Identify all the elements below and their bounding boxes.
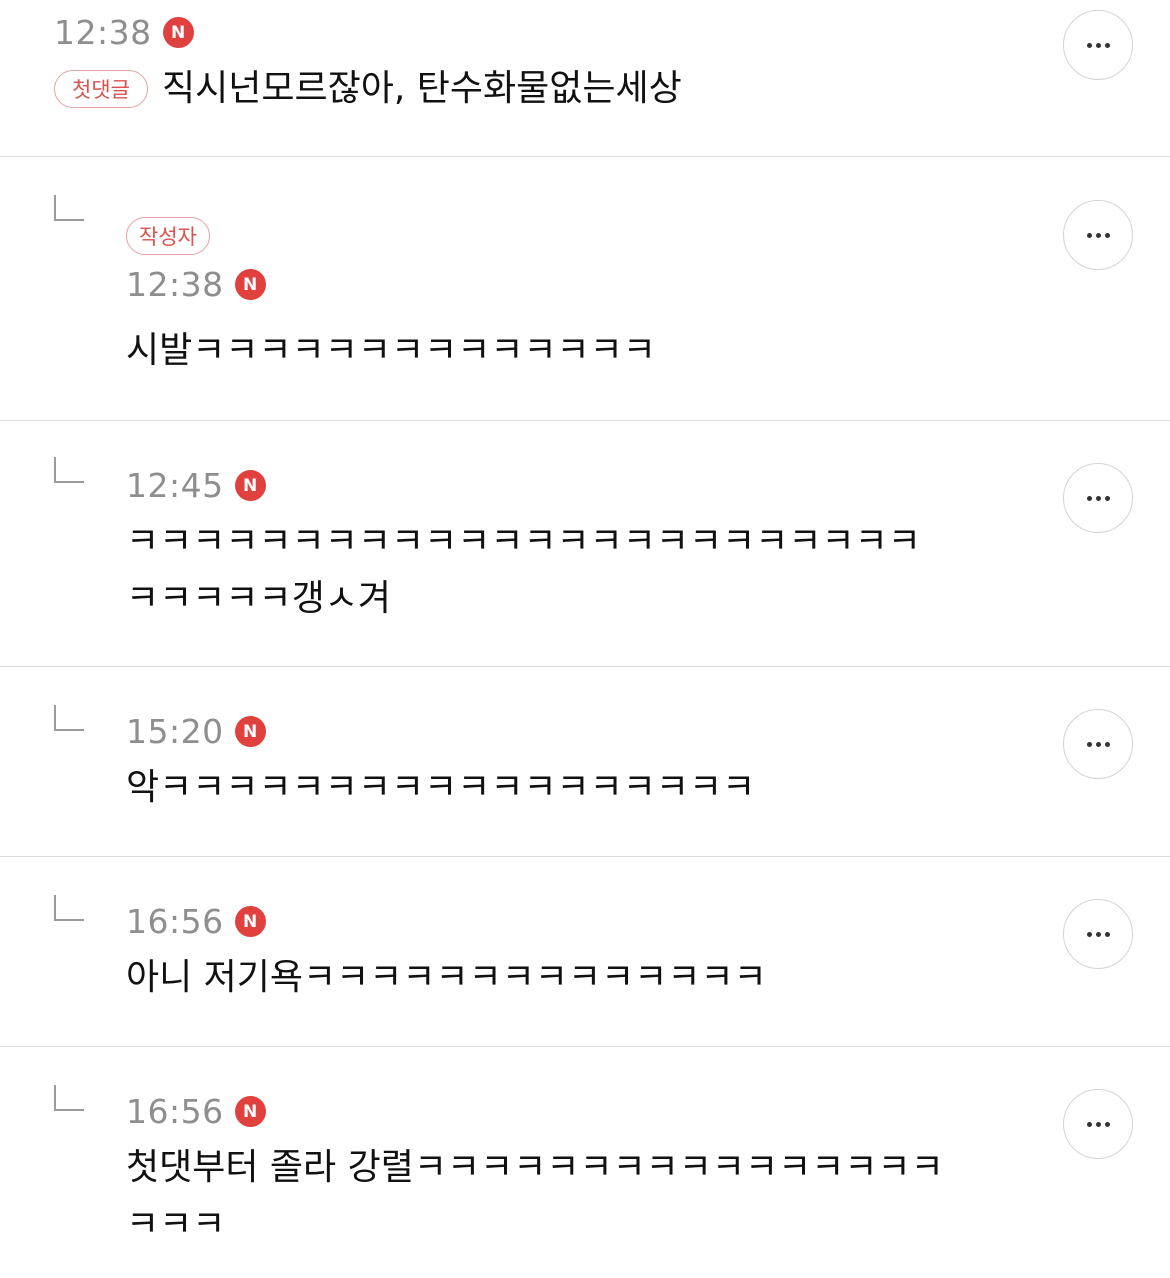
new-badge-icon: N <box>234 269 266 300</box>
comment-text: 악ㅋㅋㅋㅋㅋㅋㅋㅋㅋㅋㅋㅋㅋㅋㅋㅋㅋㅋ <box>126 767 756 808</box>
more-options-button[interactable] <box>1063 709 1133 779</box>
comment-time: 16:56 <box>126 902 224 941</box>
new-badge-icon: N <box>234 716 266 747</box>
comment-meta: 16:56 N <box>126 905 266 938</box>
author-badge: 작성자 <box>126 217 210 255</box>
reply-item: 12:45 N ㅋㅋㅋㅋㅋㅋㅋㅋㅋㅋㅋㅋㅋㅋㅋㅋㅋㅋㅋㅋㅋㅋㅋㅋ ㅋㅋㅋㅋㅋ갱ㅅ… <box>0 421 1170 667</box>
more-horizontal-icon <box>1086 741 1110 747</box>
reply-arrow-icon <box>54 895 84 921</box>
more-horizontal-icon <box>1086 1121 1110 1127</box>
new-badge-icon: N <box>234 1096 266 1127</box>
comment-text: 첫댓부터 졸라 강렬ㅋㅋㅋㅋㅋㅋㅋㅋㅋㅋㅋㅋㅋㅋㅋㅋ ㅋㅋㅋ <box>126 1147 944 1245</box>
reply-item: 16:56 N 첫댓부터 졸라 강렬ㅋㅋㅋㅋㅋㅋㅋㅋㅋㅋㅋㅋㅋㅋㅋㅋ ㅋㅋㅋ <box>0 1047 1170 1278</box>
comment-meta: 12:38 N <box>54 16 194 49</box>
comment-time: 16:56 <box>126 1092 224 1131</box>
new-badge-icon: N <box>234 470 266 501</box>
comment-meta: 16:56 N <box>126 1095 266 1128</box>
comment-time: 12:38 <box>54 13 152 52</box>
comment-text: 시발ㅋㅋㅋㅋㅋㅋㅋㅋㅋㅋㅋㅋㅋㅋ <box>126 330 656 371</box>
comment-time: 15:20 <box>126 712 224 751</box>
first-comment-badge: 첫댓글 <box>54 70 148 108</box>
more-horizontal-icon <box>1086 42 1110 48</box>
new-badge-icon: N <box>162 17 194 48</box>
comment-body-row: 첫댓글 직시넌모르잖아, 탄수화물없는세상 <box>54 70 682 108</box>
more-options-button[interactable] <box>1063 899 1133 969</box>
reply-item: 작성자 12:38 N 시발ㅋㅋㅋㅋㅋㅋㅋㅋㅋㅋㅋㅋㅋㅋ <box>0 157 1170 421</box>
comment-text: 직시넌모르잖아, 탄수화물없는세상 <box>162 68 682 109</box>
reply-item: 16:56 N 아니 저기욕ㅋㅋㅋㅋㅋㅋㅋㅋㅋㅋㅋㅋㅋㅋ <box>0 857 1170 1047</box>
reply-arrow-icon <box>54 1085 84 1111</box>
comment-text: ㅋㅋㅋㅋㅋㅋㅋㅋㅋㅋㅋㅋㅋㅋㅋㅋㅋㅋㅋㅋㅋㅋㅋㅋ ㅋㅋㅋㅋㅋ갱ㅅ겨 <box>126 521 921 619</box>
reply-arrow-icon <box>54 195 84 221</box>
comment-text: 아니 저기욕ㅋㅋㅋㅋㅋㅋㅋㅋㅋㅋㅋㅋㅋㅋ <box>126 957 767 998</box>
comment-meta: 12:45 N <box>126 469 266 502</box>
reply-arrow-icon <box>54 457 84 483</box>
comment-item: 12:38 N 첫댓글 직시넌모르잖아, 탄수화물없는세상 <box>0 0 1170 157</box>
more-horizontal-icon <box>1086 931 1110 937</box>
comment-meta: 12:38 N <box>126 268 266 301</box>
comment-time: 12:45 <box>126 466 224 505</box>
more-horizontal-icon <box>1086 232 1110 238</box>
comment-meta: 15:20 N <box>126 715 266 748</box>
more-options-button[interactable] <box>1063 10 1133 80</box>
more-horizontal-icon <box>1086 495 1110 501</box>
reply-arrow-icon <box>54 705 84 731</box>
reply-item: 15:20 N 악ㅋㅋㅋㅋㅋㅋㅋㅋㅋㅋㅋㅋㅋㅋㅋㅋㅋㅋ <box>0 667 1170 857</box>
more-options-button[interactable] <box>1063 1089 1133 1159</box>
comment-time: 12:38 <box>126 265 224 304</box>
more-options-button[interactable] <box>1063 200 1133 270</box>
more-options-button[interactable] <box>1063 463 1133 533</box>
new-badge-icon: N <box>234 906 266 937</box>
comment-thread: 12:38 N 첫댓글 직시넌모르잖아, 탄수화물없는세상 작성자 12:38 … <box>0 0 1170 1278</box>
